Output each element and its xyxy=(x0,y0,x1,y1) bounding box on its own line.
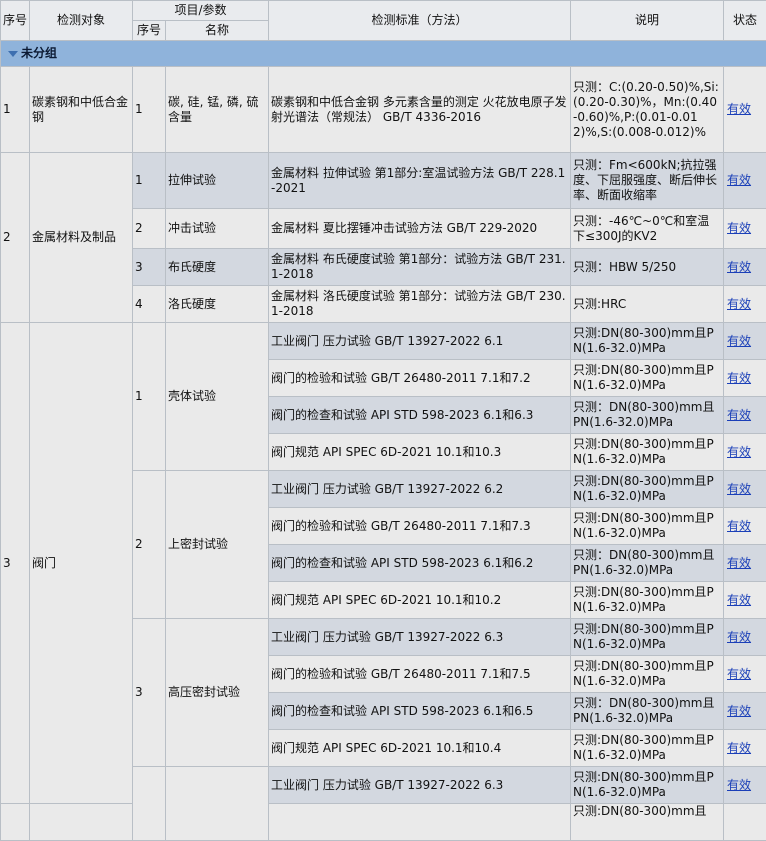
status-link[interactable]: 有效 xyxy=(727,593,751,607)
row-standard: 阀门的检验和试验 GB/T 26480-2011 7.1和7.5 xyxy=(269,656,571,693)
status-link[interactable]: 有效 xyxy=(727,297,751,311)
row-standard: 阀门的检查和试验 API STD 598-2023 6.1和6.3 xyxy=(269,397,571,434)
row-standard: 工业阀门 压力试验 GB/T 13927-2022 6.2 xyxy=(269,471,571,508)
row-seq: 1 xyxy=(1,67,30,153)
group-label: 未分组 xyxy=(21,46,57,60)
status-link[interactable]: 有效 xyxy=(727,408,751,422)
item-seq: 1 xyxy=(133,153,166,209)
row-note: 只测:DN(80-300)mm且 xyxy=(571,804,724,841)
collapse-triangle-icon[interactable] xyxy=(8,51,18,57)
row-note: 只测:DN(80-300)mm且PN(1.6-32.0)MPa xyxy=(571,323,724,360)
row-note: 只测:DN(80-300)mm且PN(1.6-32.0)MPa xyxy=(571,730,724,767)
status-link[interactable]: 有效 xyxy=(727,102,751,116)
row-note: 只测:DN(80-300)mm且PN(1.6-32.0)MPa xyxy=(571,619,724,656)
row-standard: 阀门的检查和试验 API STD 598-2023 6.1和6.5 xyxy=(269,693,571,730)
row-note: 只测:HRC xyxy=(571,286,724,323)
row-standard: 阀门的检验和试验 GB/T 26480-2011 7.1和7.2 xyxy=(269,360,571,397)
row-note: 只测:DN(80-300)mm且PN(1.6-32.0)MPa xyxy=(571,582,724,619)
row-standard: 工业阀门 压力试验 GB/T 13927-2022 6.3 xyxy=(269,767,571,804)
col-note-header[interactable]: 说明 xyxy=(571,1,724,41)
item-seq: 3 xyxy=(133,249,166,286)
table-row: 1 碳素钢和中低合金钢 1 碳, 硅, 锰, 磷, 硫含量 碳素钢和中低合金钢 … xyxy=(1,67,766,153)
item-name: 布氏硬度 xyxy=(166,249,269,286)
status-link[interactable]: 有效 xyxy=(727,778,751,792)
row-standard: 工业阀门 压力试验 GB/T 13927-2022 6.1 xyxy=(269,323,571,360)
item-name: 上密封试验 xyxy=(166,471,269,619)
status-link[interactable]: 有效 xyxy=(727,667,751,681)
row-standard: 金属材料 布氏硬度试验 第1部分：试验方法 GB/T 231.1-2018 xyxy=(269,249,571,286)
row-note: 只测:DN(80-300)mm且PN(1.6-32.0)MPa xyxy=(571,434,724,471)
col-item-name-header[interactable]: 名称 xyxy=(166,21,269,41)
col-object-header[interactable]: 检测对象 xyxy=(30,1,133,41)
item-name xyxy=(166,767,269,841)
inspection-table: 序号 检测对象 项目/参数 检测标准（方法） 说明 状态 序号 名称 未分组 1… xyxy=(0,0,766,841)
table-row: 3 阀门 1 壳体试验 工业阀门 压力试验 GB/T 13927-2022 6.… xyxy=(1,323,766,360)
group-row[interactable]: 未分组 xyxy=(1,41,766,67)
item-name: 拉伸试验 xyxy=(166,153,269,209)
item-seq: 1 xyxy=(133,67,166,153)
col-item-seq-header[interactable]: 序号 xyxy=(133,21,166,41)
row-note: 只测:DN(80-300)mm且PN(1.6-32.0)MPa xyxy=(571,360,724,397)
status-link[interactable]: 有效 xyxy=(727,334,751,348)
row-object xyxy=(30,804,133,841)
item-name: 碳, 硅, 锰, 磷, 硫含量 xyxy=(166,67,269,153)
row-object: 碳素钢和中低合金钢 xyxy=(30,67,133,153)
row-object: 金属材料及制品 xyxy=(30,153,133,323)
row-standard: 金属材料 洛氏硬度试验 第1部分：试验方法 GB/T 230.1-2018 xyxy=(269,286,571,323)
row-standard: 阀门规范 API SPEC 6D-2021 10.1和10.3 xyxy=(269,434,571,471)
row-standard xyxy=(269,804,571,841)
table-row: 只测:DN(80-300)mm且 xyxy=(1,804,766,841)
row-standard: 阀门规范 API SPEC 6D-2021 10.1和10.4 xyxy=(269,730,571,767)
status-link[interactable]: 有效 xyxy=(727,260,751,274)
row-standard: 阀门的检查和试验 API STD 598-2023 6.1和6.2 xyxy=(269,545,571,582)
status-link[interactable]: 有效 xyxy=(727,519,751,533)
row-note: 只测:DN(80-300)mm且PN(1.6-32.0)MPa xyxy=(571,471,724,508)
row-note: 只测：DN(80-300)mm且PN(1.6-32.0)MPa xyxy=(571,397,724,434)
item-seq: 1 xyxy=(133,323,166,471)
row-seq: 3 xyxy=(1,323,30,804)
row-note: 只测:DN(80-300)mm且PN(1.6-32.0)MPa xyxy=(571,767,724,804)
row-note: 只测：DN(80-300)mm且PN(1.6-32.0)MPa xyxy=(571,693,724,730)
item-seq: 2 xyxy=(133,209,166,249)
status-link[interactable]: 有效 xyxy=(727,445,751,459)
col-seq-header[interactable]: 序号 xyxy=(1,1,30,41)
item-seq xyxy=(133,767,166,841)
row-note: 只测：DN(80-300)mm且PN(1.6-32.0)MPa xyxy=(571,545,724,582)
item-name: 冲击试验 xyxy=(166,209,269,249)
row-note: 只测：C:(0.20-0.50)%,Si:(0.20-0.30)%，Mn:(0.… xyxy=(571,67,724,153)
status-link[interactable]: 有效 xyxy=(727,221,751,235)
col-item-param-header: 项目/参数 xyxy=(133,1,269,21)
row-note: 只测：HBW 5/250 xyxy=(571,249,724,286)
row-standard: 金属材料 拉伸试验 第1部分:室温试验方法 GB/T 228.1-2021 xyxy=(269,153,571,209)
row-seq xyxy=(1,804,30,841)
item-name: 高压密封试验 xyxy=(166,619,269,767)
row-note: 只测：-46℃~0℃和室温下≤300J的KV2 xyxy=(571,209,724,249)
row-standard: 工业阀门 压力试验 GB/T 13927-2022 6.3 xyxy=(269,619,571,656)
table-row: 2 金属材料及制品 1 拉伸试验 金属材料 拉伸试验 第1部分:室温试验方法 G… xyxy=(1,153,766,209)
col-status-header[interactable]: 状态 xyxy=(724,1,766,41)
status-link[interactable]: 有效 xyxy=(727,556,751,570)
item-seq: 4 xyxy=(133,286,166,323)
status-link[interactable]: 有效 xyxy=(727,371,751,385)
row-standard: 阀门规范 API SPEC 6D-2021 10.1和10.2 xyxy=(269,582,571,619)
item-name: 洛氏硬度 xyxy=(166,286,269,323)
status-link[interactable]: 有效 xyxy=(727,704,751,718)
row-seq: 2 xyxy=(1,153,30,323)
item-seq: 2 xyxy=(133,471,166,619)
row-note: 只测：Fm<600kN;抗拉强度、下屈服强度、断后伸长率、断面收缩率 xyxy=(571,153,724,209)
row-note: 只测:DN(80-300)mm且PN(1.6-32.0)MPa xyxy=(571,508,724,545)
item-name: 壳体试验 xyxy=(166,323,269,471)
status-link[interactable]: 有效 xyxy=(727,741,751,755)
row-note: 只测:DN(80-300)mm且PN(1.6-32.0)MPa xyxy=(571,656,724,693)
row-standard: 金属材料 夏比摆锤冲击试验方法 GB/T 229-2020 xyxy=(269,209,571,249)
status-link[interactable]: 有效 xyxy=(727,173,751,187)
row-object: 阀门 xyxy=(30,323,133,804)
status-link[interactable]: 有效 xyxy=(727,630,751,644)
col-standard-header[interactable]: 检测标准（方法） xyxy=(269,1,571,41)
row-standard: 阀门的检验和试验 GB/T 26480-2011 7.1和7.3 xyxy=(269,508,571,545)
item-seq: 3 xyxy=(133,619,166,767)
status-link[interactable]: 有效 xyxy=(727,482,751,496)
row-standard: 碳素钢和中低合金钢 多元素含量的测定 火花放电原子发射光谱法（常规法） GB/T… xyxy=(269,67,571,153)
